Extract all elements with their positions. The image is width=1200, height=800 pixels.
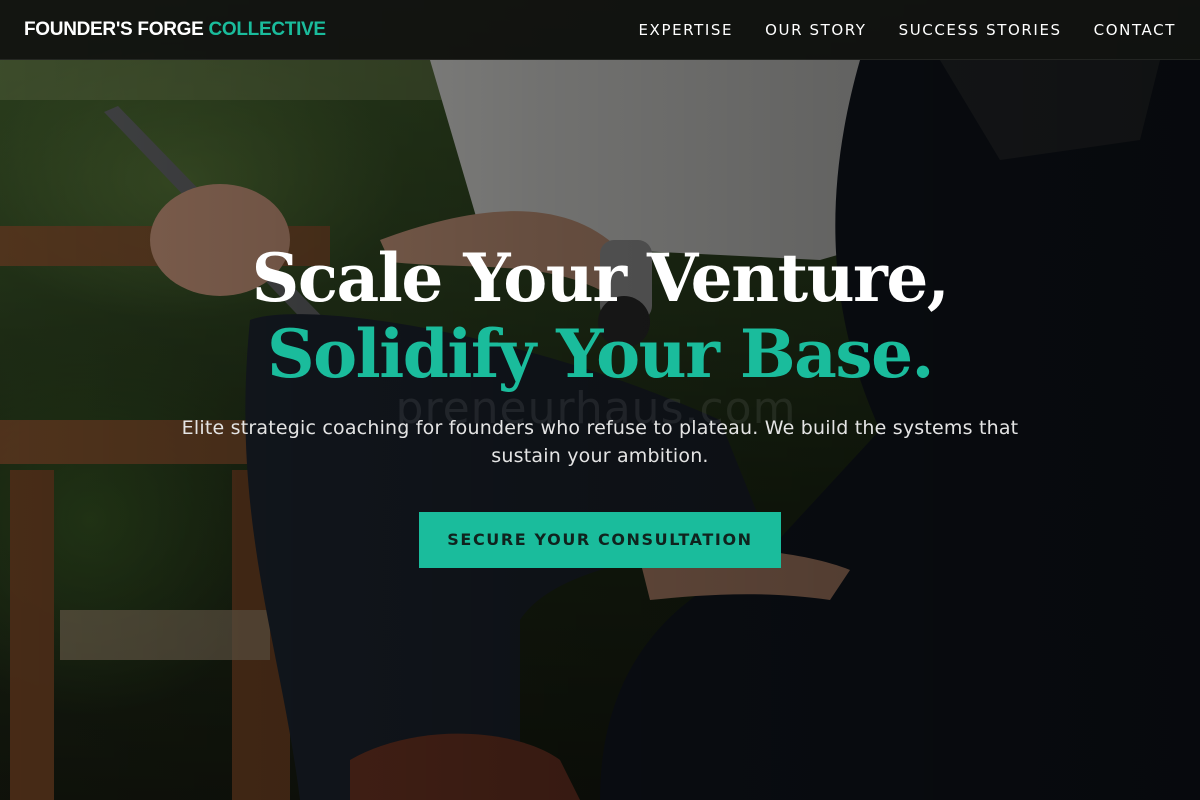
hero-headline-line2: Solidify Your Base. — [266, 315, 935, 393]
secure-consultation-button[interactable]: SECURE YOUR CONSULTATION — [419, 512, 781, 568]
nav-link-contact[interactable]: CONTACT — [1094, 21, 1176, 39]
nav-link-expertise[interactable]: EXPERTISE — [638, 21, 733, 39]
hero-headline: Scale Your Venture, Solidify Your Base. — [0, 240, 1200, 392]
nav-link-success-stories[interactable]: SUCCESS STORIES — [899, 21, 1062, 39]
primary-nav: EXPERTISE OUR STORY SUCCESS STORIES CONT… — [638, 21, 1176, 39]
brand-logo[interactable]: FOUNDER'S FORGE COLLECTIVE — [24, 19, 326, 41]
top-navbar: FOUNDER'S FORGE COLLECTIVE EXPERTISE OUR… — [0, 0, 1200, 60]
brand-name-accent: COLLECTIVE — [208, 18, 326, 40]
brand-name-main: FOUNDER'S FORGE — [24, 18, 204, 40]
hero-subtitle: Elite strategic coaching for founders wh… — [181, 417, 1019, 467]
hero-section: Scale Your Venture, Solidify Your Base. … — [0, 240, 1200, 568]
hero-headline-line1: Scale Your Venture, — [251, 239, 950, 317]
nav-link-our-story[interactable]: OUR STORY — [765, 21, 867, 39]
